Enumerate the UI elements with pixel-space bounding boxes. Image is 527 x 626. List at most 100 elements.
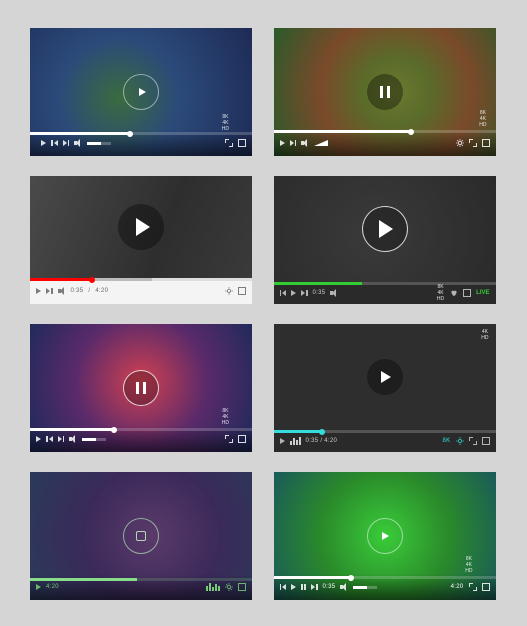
quality-8k: 8K — [436, 285, 445, 290]
video-area[interactable]: 4K HD — [274, 324, 496, 430]
volume-icon[interactable] — [74, 139, 82, 147]
volume-slider[interactable] — [82, 438, 106, 441]
video-area[interactable]: 8K 4K HD — [30, 28, 252, 156]
prev-button[interactable] — [280, 584, 287, 590]
progress-track[interactable] — [274, 282, 496, 285]
quality-badges: 8K 4K HD — [221, 409, 230, 426]
video-area[interactable]: 8K 4K HD — [30, 324, 252, 452]
volume-icon[interactable] — [340, 583, 348, 591]
progress-fill — [274, 430, 323, 433]
play-control[interactable] — [36, 288, 41, 294]
progress-thumb[interactable] — [408, 129, 414, 135]
progress-thumb[interactable] — [348, 575, 354, 581]
prev-button[interactable] — [51, 140, 58, 146]
expand-icon[interactable] — [469, 437, 477, 445]
video-area[interactable] — [274, 176, 496, 282]
progress-track[interactable] — [30, 132, 252, 135]
video-player-3: 0:35 / 4:20 — [30, 176, 252, 304]
progress-track[interactable] — [30, 578, 252, 581]
players-grid: 8K 4K HD — [30, 28, 497, 600]
next-button[interactable] — [290, 140, 297, 146]
play-button[interactable] — [118, 204, 164, 250]
next-button[interactable] — [311, 584, 318, 590]
volume-icon[interactable] — [330, 289, 338, 297]
settings-icon[interactable] — [225, 287, 233, 295]
play-control[interactable] — [291, 584, 296, 590]
prev-button[interactable] — [280, 290, 287, 296]
play-control[interactable] — [280, 140, 285, 146]
video-area[interactable]: 4:20 — [30, 472, 252, 600]
fullscreen-icon[interactable] — [482, 139, 490, 147]
play-icon — [136, 218, 150, 236]
quality-label[interactable]: 8K — [443, 438, 451, 444]
next-button[interactable] — [301, 290, 308, 296]
expand-icon[interactable] — [469, 139, 477, 147]
play-control[interactable] — [41, 140, 46, 146]
fullscreen-icon[interactable] — [463, 289, 471, 297]
pause-button[interactable] — [367, 74, 403, 110]
settings-icon[interactable] — [456, 437, 464, 445]
like-icon[interactable] — [450, 289, 458, 297]
quality-badges-top: 4K HD — [480, 330, 489, 341]
play-button[interactable] — [367, 518, 403, 554]
progress-thumb[interactable] — [111, 427, 117, 433]
next-button[interactable] — [46, 288, 53, 294]
progress-track[interactable] — [30, 428, 252, 431]
next-button[interactable] — [63, 140, 70, 146]
play-icon — [382, 532, 389, 540]
volume-slider[interactable] — [87, 142, 111, 145]
next-button[interactable] — [58, 436, 65, 442]
progress-fill — [274, 130, 412, 133]
fullscreen-icon[interactable] — [482, 583, 490, 591]
stop-button[interactable] — [123, 518, 159, 554]
play-button[interactable] — [123, 74, 159, 110]
progress-thumb[interactable] — [127, 131, 133, 137]
video-area[interactable]: 8K 4K HD — [274, 28, 496, 156]
fullscreen-icon[interactable] — [482, 437, 490, 445]
pause-control[interactable] — [301, 584, 306, 590]
volume-slider[interactable] — [353, 586, 377, 589]
settings-icon[interactable] — [456, 139, 464, 147]
fullscreen-icon[interactable] — [238, 583, 246, 591]
quality-badges: 8K 4K HD — [464, 557, 473, 574]
progress-track[interactable] — [274, 130, 496, 133]
pause-button[interactable] — [123, 370, 159, 406]
play-button[interactable] — [367, 359, 403, 395]
time-total: 4:20 — [95, 288, 108, 294]
progress-thumb[interactable] — [319, 429, 325, 435]
time-display: 0:35 / 4:20 — [306, 438, 338, 444]
progress-track[interactable] — [274, 430, 496, 433]
quality-hd: HD — [478, 123, 487, 128]
play-control[interactable] — [36, 436, 41, 442]
equalizer-icon — [290, 437, 301, 445]
expand-icon[interactable] — [469, 583, 477, 591]
expand-icon[interactable] — [225, 435, 233, 443]
fullscreen-icon[interactable] — [238, 287, 246, 295]
volume-slider[interactable] — [314, 140, 328, 146]
play-button[interactable] — [362, 206, 408, 252]
progress-track[interactable] — [30, 278, 252, 281]
volume-icon[interactable] — [301, 139, 309, 147]
progress-thumb[interactable] — [89, 277, 95, 283]
progress-fill — [30, 428, 114, 431]
play-control[interactable] — [36, 584, 41, 590]
time-display: 0:35 — [313, 290, 326, 296]
expand-icon[interactable] — [225, 139, 233, 147]
play-icon — [381, 371, 391, 383]
controls-bar: 0:35 / 4:20 8K — [274, 430, 496, 452]
prev-button[interactable] — [46, 436, 53, 442]
controls-bar: 0:35 4:20 — [274, 574, 496, 600]
settings-icon[interactable] — [225, 583, 233, 591]
progress-fill — [274, 282, 363, 285]
progress-track[interactable] — [274, 576, 496, 579]
quality-hd: HD — [480, 336, 489, 341]
volume-icon[interactable] — [58, 287, 66, 295]
fullscreen-icon[interactable] — [238, 139, 246, 147]
play-control[interactable] — [280, 438, 285, 444]
volume-icon[interactable] — [69, 435, 77, 443]
fullscreen-icon[interactable] — [238, 435, 246, 443]
video-area[interactable] — [30, 176, 252, 278]
video-area[interactable]: 8K 4K HD 0:35 4:20 — [274, 472, 496, 600]
video-player-4: 0:35 8K 4K HD LIVE — [274, 176, 496, 304]
play-control[interactable] — [291, 290, 296, 296]
